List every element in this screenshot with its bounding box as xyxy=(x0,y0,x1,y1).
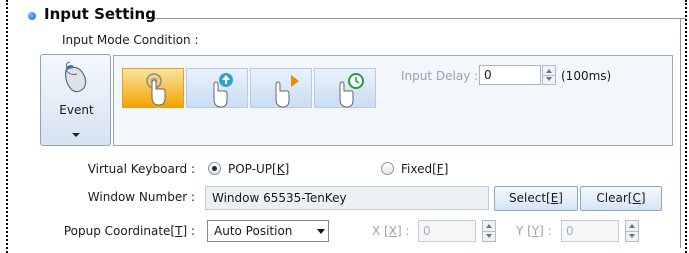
section-title: Input Setting xyxy=(44,5,156,23)
x-coordinate-field[interactable]: 0 xyxy=(418,220,476,242)
fixed-radio-label: Fixed[F] xyxy=(401,162,449,176)
touch-icon xyxy=(146,73,166,106)
popup-radio-label: POP-UP[K] xyxy=(228,162,290,176)
dotted-left-border xyxy=(6,0,8,253)
mode-touch-button[interactable] xyxy=(122,68,184,108)
group-frame-top xyxy=(146,18,686,19)
input-delay-field[interactable]: 0 xyxy=(479,65,541,85)
mode-touch-up-button[interactable] xyxy=(186,68,248,108)
fixed-radio[interactable] xyxy=(381,162,394,175)
clear-button[interactable]: Clear[C] xyxy=(580,186,662,211)
input-condition-panel: Input Delay : 0 (100ms) xyxy=(113,55,673,146)
input-mode-label: Input Mode Condition : xyxy=(62,33,199,47)
virtual-keyboard-label: Virtual Keyboard : xyxy=(87,162,195,176)
touch-up-icon xyxy=(213,73,233,108)
touch-move-icon xyxy=(275,75,299,108)
y-coordinate-spinner[interactable] xyxy=(625,220,639,242)
y-coordinate-field[interactable]: 0 xyxy=(561,220,619,242)
window-number-field: Window 65535-TenKey xyxy=(205,186,489,210)
y-label: Y [Y] : xyxy=(516,224,552,238)
mode-touch-hold-button[interactable] xyxy=(314,68,376,108)
popup-radio[interactable] xyxy=(208,162,221,175)
dropdown-arrow-icon xyxy=(317,229,325,234)
group-frame-right xyxy=(680,18,681,248)
select-button[interactable]: Select[E] xyxy=(494,186,578,211)
x-coordinate-spinner[interactable] xyxy=(482,220,496,242)
section-bullet-icon xyxy=(28,12,36,20)
touch-hold-icon xyxy=(339,73,364,108)
event-dropdown-button[interactable]: Event xyxy=(40,54,111,146)
window-number-label: Window Number : xyxy=(87,190,195,204)
popup-coordinate-label: Popup Coordinate[T] : xyxy=(63,224,195,238)
dotted-right-border xyxy=(685,0,687,253)
mode-touch-move-button[interactable] xyxy=(250,68,312,108)
popup-coordinate-select[interactable]: Auto Position xyxy=(207,220,329,242)
input-delay-unit: (100ms) xyxy=(561,69,612,83)
mouse-icon xyxy=(65,61,87,93)
x-label: X [X] : xyxy=(372,224,410,238)
event-label: Event xyxy=(59,103,94,117)
input-delay-label: Input Delay : xyxy=(401,69,479,83)
chevron-down-icon xyxy=(72,133,80,137)
input-delay-spinner[interactable] xyxy=(542,65,556,85)
